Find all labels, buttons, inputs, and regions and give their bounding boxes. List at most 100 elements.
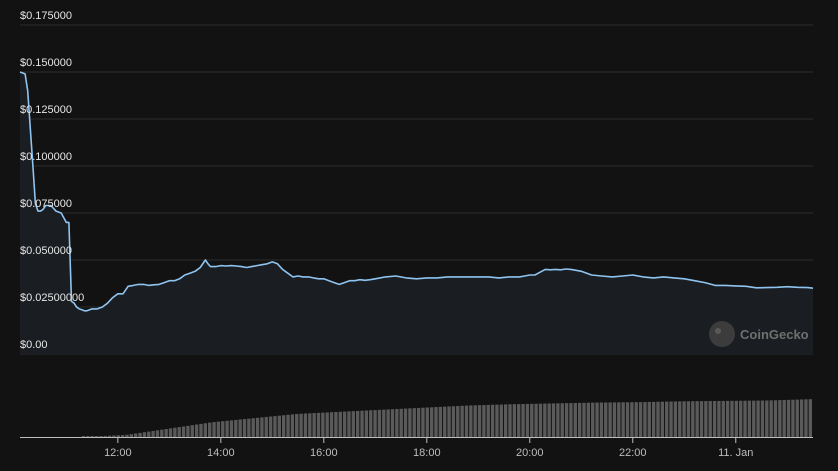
volume-bar xyxy=(769,400,773,437)
volume-bar xyxy=(808,399,812,437)
volume-bar xyxy=(234,419,238,437)
volume-bar xyxy=(460,405,464,437)
volume-bar xyxy=(656,401,660,437)
volume-bar xyxy=(364,410,369,437)
volume-bar xyxy=(94,436,99,437)
volume-bar xyxy=(247,418,251,437)
volume-bar xyxy=(612,402,617,437)
volume-bar xyxy=(752,400,756,437)
volume-bar xyxy=(403,408,408,437)
volume-bar xyxy=(347,411,351,437)
volume-bar xyxy=(286,414,290,437)
volume-bar xyxy=(416,407,421,437)
volume-bar xyxy=(464,405,469,437)
volume-bar xyxy=(116,435,120,437)
volume-bar xyxy=(473,405,477,437)
volume-bar xyxy=(717,400,721,437)
coingecko-logo-eye-icon xyxy=(715,328,721,334)
volume-bar xyxy=(295,413,299,437)
volume-bar xyxy=(569,403,573,437)
volume-bar xyxy=(181,426,186,437)
volume-bar xyxy=(312,413,316,437)
volume-bar xyxy=(691,401,695,437)
volume-bar xyxy=(525,403,530,437)
volume-bar xyxy=(495,404,499,437)
coingecko-logo-icon xyxy=(709,321,735,347)
volume-bar xyxy=(134,433,138,437)
volume-bar xyxy=(112,435,116,437)
volume-bar xyxy=(412,408,416,437)
volume-bar xyxy=(686,401,691,437)
volume-bar xyxy=(625,402,630,437)
volume-bar xyxy=(173,427,177,437)
volume-bar xyxy=(556,403,560,437)
volume-bar xyxy=(643,402,647,437)
y-tick-label: $0.125000 xyxy=(20,104,72,116)
volume-bar xyxy=(547,403,551,437)
volume-bar xyxy=(499,404,503,437)
volume-bar xyxy=(760,400,765,437)
volume-bar xyxy=(360,410,364,437)
volume-bar xyxy=(682,401,686,437)
volume-bar xyxy=(551,403,556,437)
volume-bar xyxy=(425,407,429,437)
volume-bar xyxy=(329,412,334,437)
volume-bar xyxy=(486,404,490,437)
price-chart: $0.00 $0.02500000 $0.050000 $0.075000 $0.100… xyxy=(0,0,838,471)
volume-bar xyxy=(608,402,612,437)
y-tick-label: $0.100000 xyxy=(20,151,72,163)
volume-bar xyxy=(373,410,377,437)
y-tick-label: $0.050000 xyxy=(20,245,72,257)
volume-bar xyxy=(443,406,447,437)
volume-bar xyxy=(369,410,373,437)
volume-bar xyxy=(534,403,538,437)
volume-bar xyxy=(203,423,208,437)
volume-bar xyxy=(617,402,621,437)
volume-bar xyxy=(651,401,656,437)
volume-bar xyxy=(734,400,739,437)
volume-bar xyxy=(125,434,129,437)
x-tick-label: 16:00 xyxy=(310,447,338,459)
volume-bar xyxy=(147,431,151,437)
volume-bar xyxy=(799,399,804,437)
volume-bar xyxy=(708,401,712,437)
volume-bar xyxy=(177,427,181,437)
volume-bar xyxy=(586,402,591,437)
volume-bar xyxy=(255,417,260,437)
volume-bar xyxy=(264,416,268,437)
volume-bar xyxy=(382,409,386,437)
volume-bar xyxy=(212,422,216,437)
volume-bar xyxy=(704,401,708,437)
x-tick-label: 12:00 xyxy=(104,447,132,459)
volume-bar xyxy=(673,401,678,437)
x-tick-label: 11. Jan xyxy=(718,447,753,459)
volume-bars xyxy=(81,399,812,437)
y-tick-label: $0.150000 xyxy=(20,57,72,69)
volume-bar xyxy=(238,419,242,437)
volume-bar xyxy=(543,403,547,437)
volume-bar xyxy=(282,415,286,437)
volume-bar xyxy=(447,406,451,437)
volume-bar xyxy=(356,410,360,437)
volume-bar xyxy=(778,400,782,437)
volume-bar xyxy=(582,402,586,437)
volume-bar xyxy=(469,405,473,437)
volume-bar xyxy=(99,436,103,437)
volume-bar xyxy=(512,404,517,437)
volume-bar xyxy=(451,406,456,437)
volume-bar xyxy=(508,404,512,437)
volume-bar xyxy=(577,402,582,437)
volume-bar xyxy=(321,412,325,437)
volume-bar xyxy=(739,400,743,437)
volume-bar xyxy=(429,407,434,437)
volume-bar xyxy=(660,401,665,437)
x-tick-label: 22:00 xyxy=(619,447,647,459)
volume-bar xyxy=(268,416,273,437)
volume-bar xyxy=(303,413,308,437)
volume-bar xyxy=(560,403,564,437)
x-tick-label: 14:00 xyxy=(207,447,235,459)
volume-bar xyxy=(665,401,669,437)
volume-bar xyxy=(712,400,717,437)
volume-bar xyxy=(638,402,643,437)
volume-bar xyxy=(168,428,173,437)
